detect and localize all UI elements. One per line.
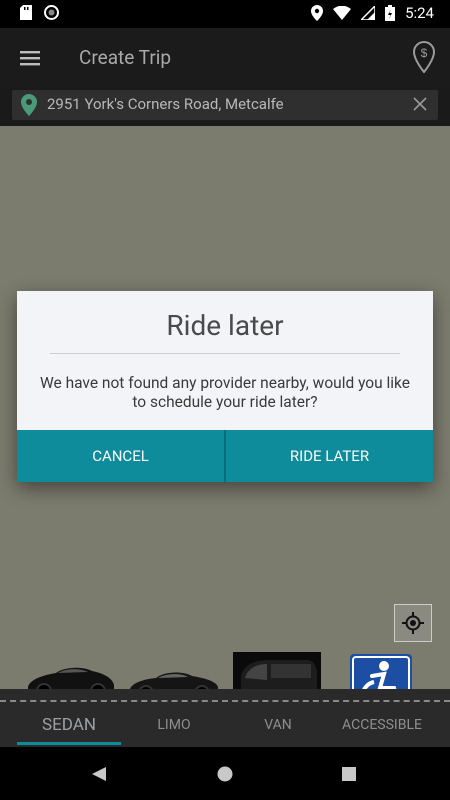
recents-icon[interactable]	[342, 767, 356, 781]
battery-icon	[385, 5, 396, 21]
system-nav-bar	[0, 747, 450, 800]
back-icon[interactable]	[92, 767, 106, 781]
vehicle-label: ACCESSIBLE	[342, 717, 422, 733]
menu-icon[interactable]	[18, 46, 42, 70]
vehicle-label: SEDAN	[42, 715, 96, 735]
vehicle-label: LIMO	[157, 717, 191, 733]
vehicle-tab-limo[interactable]: LIMO	[122, 717, 226, 733]
signal-icon	[361, 6, 376, 20]
vehicle-tab-van[interactable]: VAN	[226, 717, 330, 733]
ride-later-button[interactable]: RIDE LATER	[226, 430, 433, 482]
vehicle-tab-accessible[interactable]: ACCESSIBLE	[330, 717, 434, 733]
ride-later-dialog: Ride later We have not found any provide…	[17, 291, 433, 482]
map-marker-icon	[21, 94, 37, 116]
sd-card-icon	[20, 5, 32, 20]
vehicle-label: VAN	[264, 717, 292, 733]
clear-address-icon[interactable]	[412, 96, 428, 112]
vehicle-tab-sedan[interactable]: SEDAN	[17, 715, 121, 745]
dialog-message: We have not found any provider nearby, w…	[40, 374, 410, 411]
dialog-divider	[50, 353, 400, 354]
address-text: 2951 York's Corners Road, Metcalfe	[47, 95, 284, 113]
selected-underline	[17, 742, 121, 745]
home-icon[interactable]	[217, 766, 233, 782]
crosshair-icon	[402, 612, 424, 634]
page-title: Create Trip	[79, 46, 172, 69]
sync-circle-icon	[44, 5, 59, 20]
dialog-title: Ride later	[166, 309, 284, 342]
svg-text:$: $	[421, 46, 428, 60]
vehicle-selector: SEDAN LIMO VAN ACCESSIBLE	[0, 689, 450, 747]
selector-track	[0, 700, 450, 702]
address-field[interactable]: 2951 York's Corners Road, Metcalfe	[12, 90, 438, 120]
status-time: 5:24	[405, 4, 434, 22]
cancel-button[interactable]: CANCEL	[17, 430, 224, 482]
my-location-button[interactable]	[394, 604, 432, 642]
app-toolbar: Create Trip $	[0, 28, 450, 88]
price-location-icon[interactable]: $	[412, 40, 436, 74]
status-bar: 5:24	[0, 0, 450, 28]
location-icon	[311, 5, 324, 21]
wifi-icon	[333, 6, 352, 20]
